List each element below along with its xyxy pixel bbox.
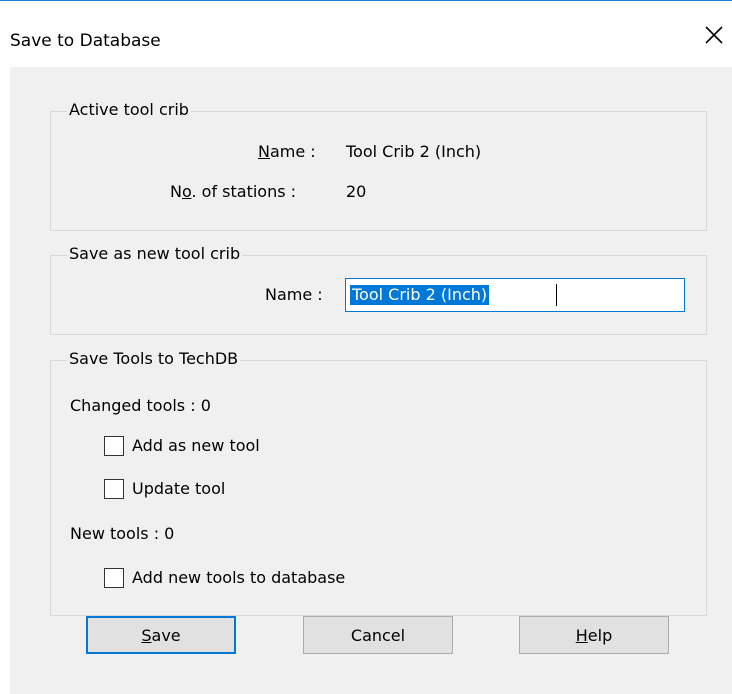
add-to-database-label[interactable]: Add new tools to database: [132, 568, 345, 588]
active-crib-group: Active tool crib: [50, 100, 707, 231]
save-label-rest: ave: [151, 625, 181, 645]
help-label-rest: elp: [587, 625, 613, 645]
new-crib-legend: Save as new tool crib: [67, 244, 243, 264]
changed-tools-label: Changed tools : 0: [70, 396, 211, 415]
update-tool-checkbox[interactable]: [104, 479, 124, 499]
help-button[interactable]: Help: [519, 616, 669, 654]
save-tools-legend: Save Tools to TechDB: [67, 349, 241, 369]
active-crib-name-label: Name :: [258, 142, 316, 161]
add-new-tool-checkbox[interactable]: [104, 436, 124, 456]
close-icon[interactable]: [700, 21, 728, 49]
update-tool-label[interactable]: Update tool: [132, 479, 225, 499]
save-accesskey: S: [141, 625, 152, 645]
add-new-tool-label[interactable]: Add as new tool: [132, 436, 260, 456]
new-crib-name-selected-text: Tool Crib 2 (Inch): [350, 285, 490, 305]
stations-label: No. of stations :: [170, 182, 297, 201]
active-crib-legend: Active tool crib: [67, 100, 191, 120]
dialog-title: Save to Database: [10, 31, 161, 51]
add-to-database-checkbox[interactable]: [104, 568, 124, 588]
cancel-button[interactable]: Cancel: [303, 616, 453, 654]
new-crib-name-label: Name :: [265, 285, 323, 304]
active-crib-name-value: Tool Crib 2 (Inch): [346, 142, 482, 161]
new-crib-name-input[interactable]: Tool Crib 2 (Inch): [345, 278, 685, 312]
save-button[interactable]: Save: [86, 616, 236, 654]
stations-value: 20: [346, 182, 367, 201]
help-accesskey: H: [575, 625, 588, 645]
text-caret: [556, 284, 557, 306]
new-tools-label: New tools : 0: [70, 524, 175, 543]
title-bar: Save to Database: [0, 1, 732, 67]
